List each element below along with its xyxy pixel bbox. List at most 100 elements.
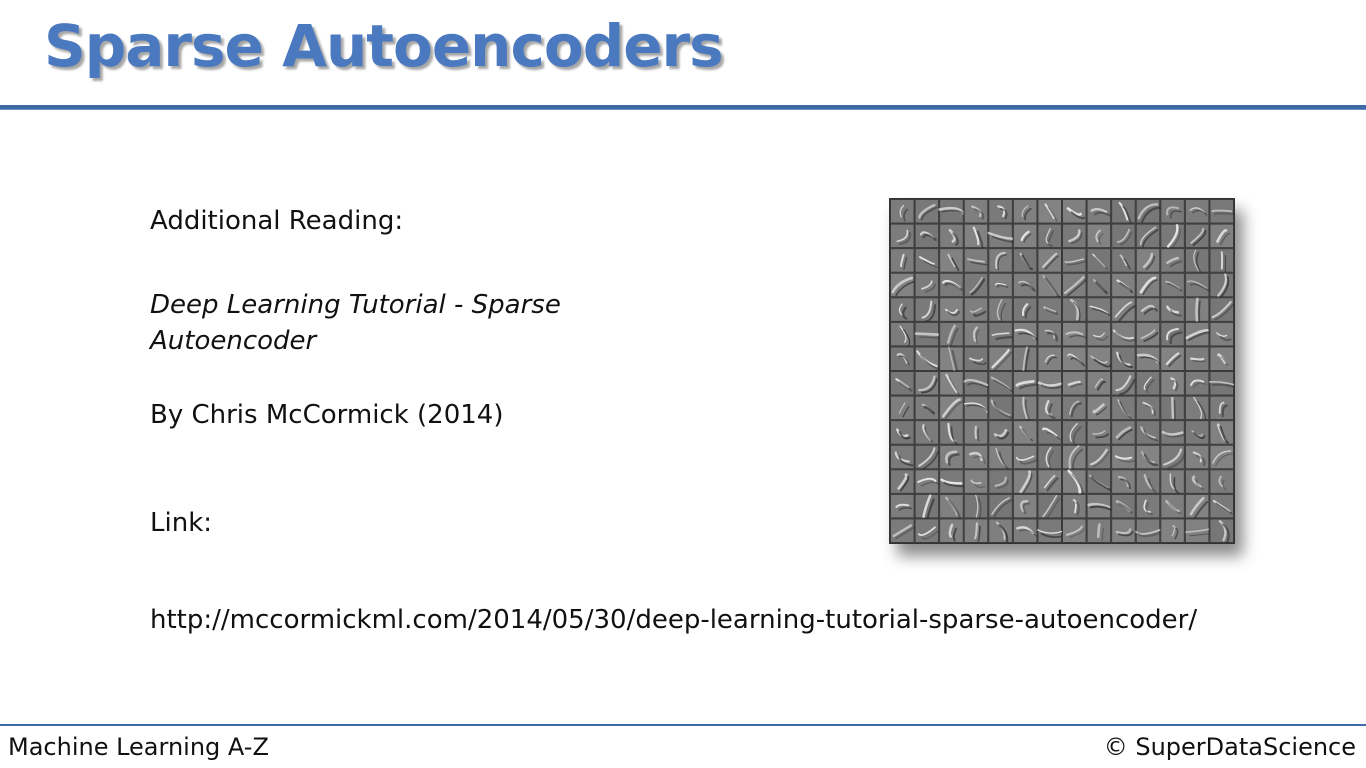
filter-cell	[1037, 493, 1063, 521]
filter-cell	[1184, 469, 1210, 494]
filter-cell	[1012, 272, 1038, 298]
filter-cell	[988, 420, 1013, 445]
filter-cell	[1209, 248, 1234, 273]
filter-cell	[1184, 518, 1213, 543]
filter-cell	[890, 199, 915, 224]
filter-cell	[1111, 346, 1136, 372]
footer-copyright: © SuperDataScience	[1103, 733, 1356, 761]
filter-cell	[988, 297, 1013, 324]
filter-cell	[988, 346, 1013, 372]
filter-cell	[1184, 199, 1210, 224]
filter-cell	[1086, 321, 1112, 347]
filter-cell	[939, 420, 964, 445]
filter-cell	[939, 248, 964, 273]
filter-cell	[939, 297, 964, 322]
filter-cell	[1160, 346, 1185, 372]
filter-cell	[1135, 493, 1161, 519]
filter-cell	[914, 346, 942, 372]
filter-cell	[1062, 469, 1087, 497]
filter-cell	[1062, 321, 1087, 347]
filter-cell	[1209, 395, 1234, 421]
filter-cell	[914, 321, 942, 347]
filter-cell	[890, 272, 916, 298]
filter-cell	[1062, 420, 1087, 446]
filter-cell	[988, 395, 1014, 421]
filter-cell	[890, 297, 915, 322]
filter-cell	[1184, 223, 1210, 249]
filter-cell	[938, 199, 967, 224]
filter-cell	[1209, 321, 1234, 347]
filter-cell	[939, 272, 964, 298]
filter-cell	[1111, 223, 1136, 249]
filter-cell	[963, 297, 989, 322]
title-divider	[0, 105, 1366, 110]
filter-cell	[1184, 395, 1210, 424]
filter-cell	[963, 346, 989, 372]
filter-cell	[1111, 371, 1136, 396]
filter-cell	[1111, 321, 1137, 347]
filter-cell	[988, 272, 1013, 298]
filter-cell	[1062, 272, 1087, 298]
filter-cell	[1086, 371, 1112, 396]
filter-cell	[1037, 248, 1063, 273]
filter-cell	[890, 395, 915, 421]
filter-cell	[890, 493, 915, 519]
footer-divider	[0, 724, 1366, 726]
filter-cell	[1209, 297, 1234, 322]
filter-cell	[1111, 444, 1136, 470]
filter-cell	[1209, 272, 1234, 299]
filter-cell	[1135, 321, 1161, 347]
filter-cell	[963, 518, 989, 543]
filter-cell	[988, 493, 1013, 519]
filter-cell	[1111, 272, 1136, 298]
filter-cell	[1135, 469, 1161, 494]
filter-cell	[914, 395, 940, 421]
filter-cell	[1184, 420, 1210, 445]
author-line: By Chris McCormick (2014)	[150, 400, 504, 430]
filter-cell	[1184, 444, 1210, 470]
filter-cell	[939, 444, 964, 470]
filter-cell	[890, 346, 915, 372]
filter-cell	[1135, 420, 1161, 445]
filter-cell	[1086, 444, 1112, 470]
slide: Sparse Autoencoders Additional Reading: …	[0, 0, 1366, 768]
filter-cell	[1012, 321, 1039, 347]
tutorial-title: Deep Learning Tutorial - Sparse Autoenco…	[150, 290, 561, 356]
filter-cell	[1209, 346, 1234, 372]
filter-cell	[939, 321, 964, 347]
filter-cell	[1012, 297, 1038, 322]
filter-cell	[988, 518, 1013, 543]
filter-cell	[1086, 297, 1112, 322]
filter-cell	[1012, 223, 1038, 249]
filter-cell	[1135, 223, 1161, 249]
filter-cell	[1111, 493, 1136, 519]
filter-cell	[1160, 444, 1186, 470]
filter-cell	[939, 223, 964, 249]
filter-cell	[939, 518, 964, 543]
filter-cell	[1111, 395, 1136, 421]
filter-cell	[914, 223, 940, 249]
filter-cell	[890, 223, 915, 249]
filter-cell	[1160, 420, 1186, 445]
footer-course: Machine Learning A-Z	[8, 733, 269, 761]
filter-cell	[1062, 223, 1087, 249]
filter-cell	[1086, 346, 1112, 372]
filter-cell	[963, 469, 989, 494]
filter-cell	[914, 469, 940, 494]
filter-cell	[1012, 248, 1038, 273]
filter-cell	[1062, 248, 1087, 273]
tutorial-link[interactable]: http://mccormickml.com/2014/05/30/deep-l…	[150, 602, 1230, 638]
filter-cell	[939, 469, 966, 494]
filter-cell	[1209, 444, 1234, 470]
filter-cell	[988, 469, 1013, 494]
filter-cell	[1086, 272, 1112, 298]
filter-cell	[1135, 199, 1162, 224]
filter-cell	[1037, 518, 1067, 543]
filter-cell	[1012, 199, 1038, 224]
additional-reading-heading: Additional Reading:	[150, 206, 404, 236]
filter-cell	[1037, 395, 1063, 421]
filter-grid-svg	[890, 199, 1234, 543]
filter-cell	[963, 199, 989, 224]
filter-cell	[1086, 223, 1112, 249]
filter-cell	[1184, 297, 1210, 324]
